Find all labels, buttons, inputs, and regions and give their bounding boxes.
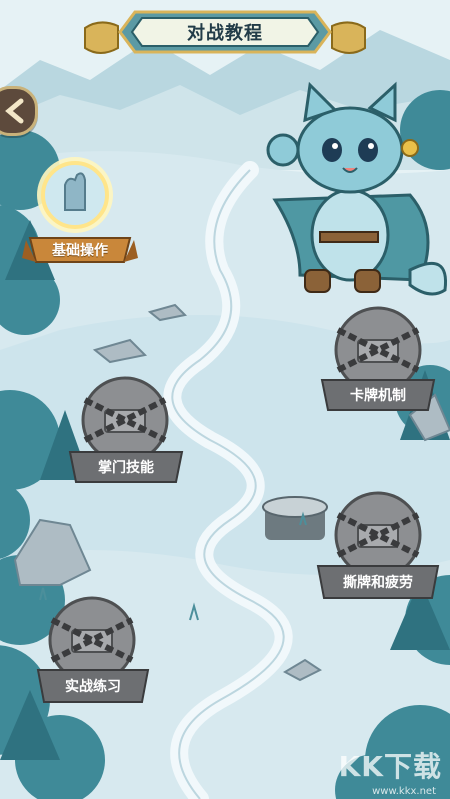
chain-lock-icon <box>336 308 420 392</box>
title-banner: 对战教程 <box>120 10 330 54</box>
back-arrow-icon <box>5 98 24 124</box>
chain-lock-icon <box>50 598 134 682</box>
chain-lock-icon <box>336 493 420 577</box>
watermark: KK下载 <box>338 750 442 783</box>
back-button[interactable] <box>0 86 38 136</box>
node-basic-operation[interactable]: 基础操作 <box>30 238 130 262</box>
tutorial-map: 对战教程 基础操作 卡牌机制 掌门技能 撕牌和疲劳 实战练习 KK下载 www.… <box>0 0 450 799</box>
chain-lock-icon <box>83 378 167 462</box>
page-title: 对战教程 <box>187 23 263 44</box>
node-label: 基础操作 <box>52 243 108 259</box>
watermark-url: www.kkx.net <box>372 786 436 797</box>
